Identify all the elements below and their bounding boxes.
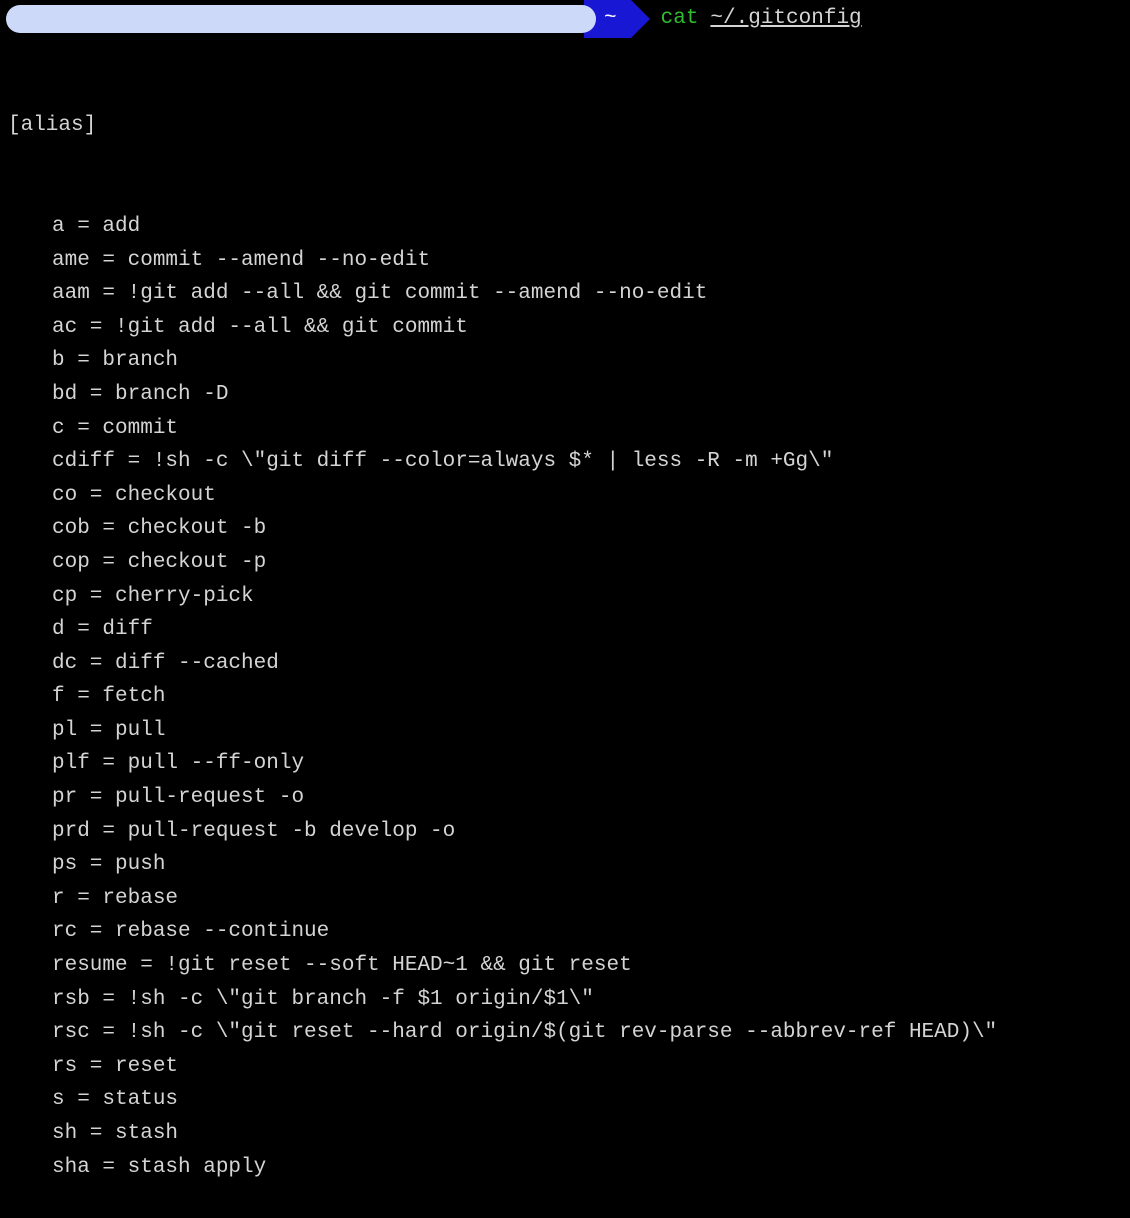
alias-entry: c = commit (8, 412, 1130, 446)
alias-entry: rs = reset (8, 1050, 1130, 1084)
alias-entry: rc = rebase --continue (8, 915, 1130, 949)
alias-entry: co = checkout (8, 479, 1130, 513)
alias-list: a = addame = commit --amend --no-editaam… (8, 210, 1130, 1184)
alias-entry: sha = stash apply (8, 1151, 1130, 1185)
alias-entry: rsb = !sh -c \"git branch -f $1 origin/$… (8, 983, 1130, 1017)
alias-entry: r = rebase (8, 882, 1130, 916)
alias-entry: f = fetch (8, 680, 1130, 714)
alias-entry: rsc = !sh -c \"git reset --hard origin/$… (8, 1016, 1130, 1050)
alias-entry: prd = pull-request -b develop -o (8, 815, 1130, 849)
command-input-area[interactable]: cat ~/.gitconfig (661, 2, 862, 36)
command-name: cat (661, 2, 699, 36)
alias-entry: ps = push (8, 848, 1130, 882)
alias-entry: pr = pull-request -o (8, 781, 1130, 815)
alias-entry: ame = commit --amend --no-edit (8, 244, 1130, 278)
cwd-symbol: ~ (604, 2, 617, 36)
config-section-header: [alias] (8, 109, 1130, 143)
alias-entry: pl = pull (8, 714, 1130, 748)
alias-entry: b = branch (8, 344, 1130, 378)
alias-entry: s = status (8, 1083, 1130, 1117)
redacted-user-host (6, 5, 596, 33)
alias-entry: aam = !git add --all && git commit --ame… (8, 277, 1130, 311)
alias-entry: cop = checkout -p (8, 546, 1130, 580)
file-output: [alias] a = addame = commit --amend --no… (0, 38, 1130, 1218)
alias-entry: ac = !git add --all && git commit (8, 311, 1130, 345)
alias-entry: cp = cherry-pick (8, 580, 1130, 614)
command-argument: ~/.gitconfig (710, 2, 861, 36)
shell-prompt[interactable]: ~ cat ~/.gitconfig (0, 0, 1130, 38)
alias-entry: dc = diff --cached (8, 647, 1130, 681)
alias-entry: d = diff (8, 613, 1130, 647)
alias-entry: cdiff = !sh -c \"git diff --color=always… (8, 445, 1130, 479)
alias-entry: plf = pull --ff-only (8, 747, 1130, 781)
alias-entry: cob = checkout -b (8, 512, 1130, 546)
alias-entry: sh = stash (8, 1117, 1130, 1151)
alias-entry: resume = !git reset --soft HEAD~1 && git… (8, 949, 1130, 983)
alias-entry: bd = branch -D (8, 378, 1130, 412)
alias-entry: a = add (8, 210, 1130, 244)
